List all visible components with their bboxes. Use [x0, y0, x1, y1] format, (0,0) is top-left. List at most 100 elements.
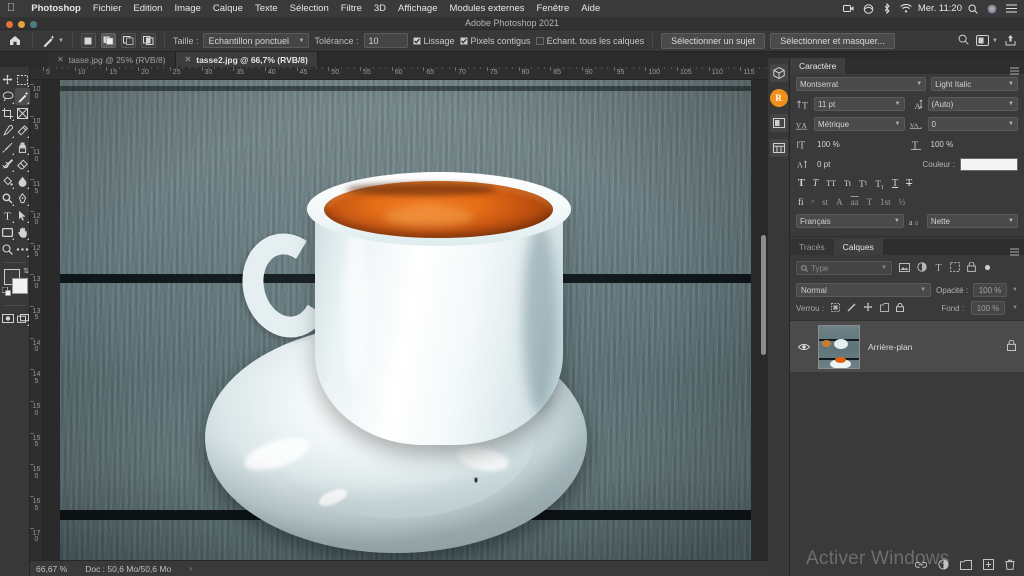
user-avatar-icon[interactable]: R [769, 89, 788, 107]
opacity-input[interactable]: 100 % [973, 283, 1008, 297]
lock-all-icon[interactable] [896, 302, 905, 314]
style-superscript-button[interactable]: T¹ [859, 179, 867, 189]
wifi-icon[interactable] [900, 4, 912, 13]
font-family-select[interactable]: Montserrat ▼ [796, 77, 927, 91]
vertical-scale-input[interactable]: 100 % [814, 137, 905, 151]
leading-select[interactable]: (Auto) ▼ [927, 97, 1018, 111]
chevron-down-icon[interactable]: ▼ [1012, 287, 1018, 293]
share-icon[interactable] [1005, 34, 1016, 48]
vertical-scrollbar[interactable] [761, 235, 766, 355]
control-center-icon[interactable] [1006, 4, 1017, 13]
menu-item-edition[interactable]: Edition [127, 4, 168, 14]
status-menu-arrow[interactable]: › [189, 564, 192, 573]
eyedropper-tool[interactable] [0, 122, 15, 139]
menu-item-image[interactable]: Image [168, 4, 206, 14]
text-color-swatch[interactable] [960, 157, 1018, 171]
lock-icon[interactable] [1007, 338, 1016, 356]
menu-item-3d[interactable]: 3D [368, 4, 392, 14]
home-icon[interactable] [6, 35, 24, 46]
style-allcaps-button[interactable]: TT [826, 179, 836, 188]
hand-tool[interactable] [15, 224, 30, 241]
layer-name[interactable]: Arrière-plan [868, 342, 999, 352]
screen-record-icon[interactable] [842, 4, 854, 13]
font-size-select[interactable]: 11 pt ▼ [814, 97, 905, 111]
layer-style-icon[interactable] [938, 557, 949, 575]
tolerance-input[interactable]: 10 [363, 33, 408, 48]
zoom-level[interactable]: 66,67 % [36, 564, 67, 574]
swap-colors-icon[interactable]: ⇅ [23, 267, 29, 275]
style-smallcaps-button[interactable]: Tt [844, 179, 851, 188]
menu-clock[interactable]: Mer. 11:20 [912, 4, 968, 14]
selection-mode-new[interactable] [80, 33, 96, 48]
style-underline-button[interactable]: T [892, 178, 898, 189]
blend-mode-select[interactable]: Normal ▼ [796, 283, 932, 297]
frame-tool[interactable] [15, 105, 30, 122]
anti-alias-select[interactable]: Nette ▼ [926, 214, 1018, 228]
blur-tool[interactable] [15, 173, 30, 190]
brush-tool[interactable] [0, 139, 15, 156]
crop-tool[interactable] [0, 105, 15, 122]
lock-transparency-icon[interactable] [831, 302, 841, 314]
menu-item-selection[interactable]: Sélection [284, 4, 335, 14]
select-and-mask-button[interactable]: Sélectionner et masquer... [770, 32, 895, 49]
eraser-tool[interactable] [15, 156, 30, 173]
image-filter-icon[interactable] [899, 259, 910, 277]
vertical-ruler[interactable]: 100 105 110 115 120 125 130 135 140 145 150 155 160 1… [30, 80, 43, 560]
dodge-tool[interactable] [0, 190, 15, 207]
document-tab-tasse[interactable]: ✕ tasse.jpg @ 25% (RVB/8) [48, 52, 176, 67]
smartobject-filter-icon[interactable] [967, 259, 976, 277]
menu-item-fenetre[interactable]: Fenêtre [530, 4, 575, 14]
shape-filter-icon[interactable] [950, 259, 960, 277]
healing-brush-tool[interactable] [15, 122, 30, 139]
filter-toggle-icon[interactable] [983, 259, 992, 277]
menu-item-modules-externes[interactable]: Modules externes [444, 4, 531, 14]
table-row[interactable]: Arrière-plan [790, 321, 1024, 373]
paint-bucket-tool[interactable] [0, 173, 15, 190]
contiguous-checkbox[interactable]: Pixels contigus [459, 36, 531, 46]
default-colors-icon[interactable] [1, 283, 11, 301]
ligature-button[interactable]: fi [798, 197, 804, 207]
baseline-shift-input[interactable]: 0 pt [814, 157, 918, 171]
search-icon[interactable] [958, 34, 969, 47]
layer-thumbnail[interactable] [818, 324, 860, 369]
fractions-button[interactable]: ½ [899, 197, 906, 207]
marquee-tool[interactable] [15, 71, 30, 88]
menu-item-texte[interactable]: Texte [249, 4, 284, 14]
zoom-tool[interactable] [0, 241, 15, 258]
type-filter-icon[interactable]: T [934, 259, 943, 277]
old-style-button[interactable]: aa [851, 197, 859, 207]
history-brush-tool[interactable] [0, 156, 15, 173]
style-subscript-button[interactable]: T₁ [875, 179, 884, 189]
tab-traces[interactable]: Tracés [790, 239, 834, 255]
link-layers-icon[interactable] [914, 557, 928, 575]
quick-mask-icon[interactable] [0, 310, 15, 327]
menu-item-photoshop[interactable]: Photoshop [25, 4, 87, 14]
tab-caractere[interactable]: Caractère [790, 58, 846, 74]
libraries-panel-icon[interactable] [769, 139, 788, 157]
chevron-down-icon[interactable]: ▼ [1012, 305, 1018, 311]
select-subject-button[interactable]: Sélectionner un sujet [661, 32, 766, 49]
selection-mode-subtract[interactable] [120, 33, 136, 48]
magic-wand-tool[interactable] [15, 88, 30, 105]
selection-mode-add[interactable] [100, 33, 116, 48]
fill-input[interactable]: 100 % [971, 301, 1006, 315]
lasso-tool[interactable] [0, 88, 15, 105]
delete-layer-icon[interactable] [1005, 557, 1015, 575]
ordinals-button[interactable]: 1st [880, 197, 891, 207]
swash-button[interactable]: A [836, 197, 843, 207]
menu-item-affichage[interactable]: Affichage [392, 4, 443, 14]
siri-icon[interactable] [987, 4, 997, 14]
style-strikethrough-button[interactable]: T [906, 178, 912, 189]
style-italic-button[interactable]: T [813, 178, 819, 189]
properties-panel-icon[interactable] [769, 114, 788, 132]
search-icon[interactable] [968, 3, 978, 14]
panel-menu-icon[interactable] [1010, 62, 1019, 80]
menu-item-aide[interactable]: Aide [575, 4, 606, 14]
selection-mode-intersect[interactable] [140, 33, 156, 48]
horizontal-scale-input[interactable]: 100 % [928, 137, 1019, 151]
bluetooth-icon[interactable] [883, 3, 891, 14]
tracking-select[interactable]: 0 ▼ [927, 117, 1018, 131]
menu-item-calque[interactable]: Calque [207, 4, 249, 14]
rectangle-tool[interactable] [0, 224, 15, 241]
document-image[interactable] [60, 80, 751, 560]
